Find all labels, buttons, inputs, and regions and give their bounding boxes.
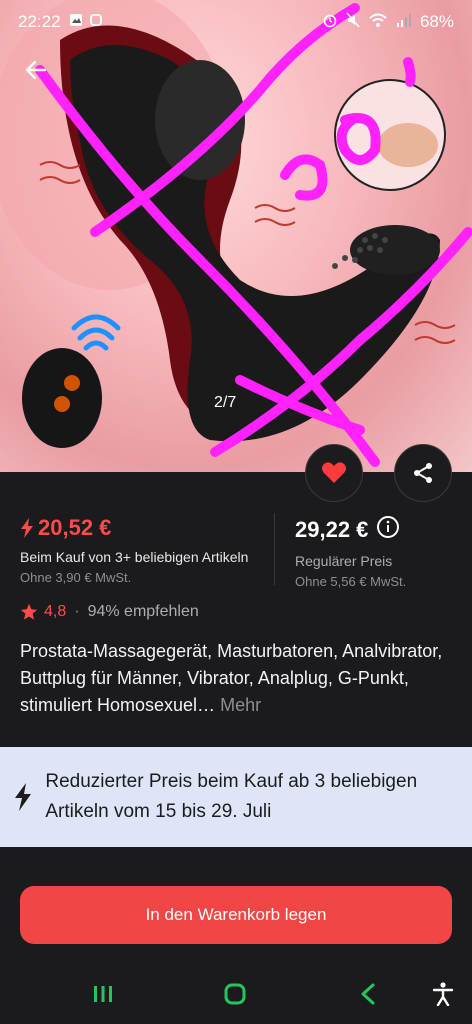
share-button[interactable] — [394, 444, 452, 502]
chevron-left-icon — [361, 983, 375, 1005]
lightning-icon — [21, 518, 33, 538]
status-bar: 22:22 68% — [0, 0, 472, 44]
add-to-cart-button[interactable]: In den Warenkorb legen — [20, 886, 452, 944]
more-link[interactable]: Mehr — [220, 695, 261, 715]
price-divider — [274, 513, 275, 585]
arrow-left-icon — [25, 60, 47, 80]
mute-icon — [346, 12, 360, 33]
regular-tax: Ohne 5,56 € MwSt. — [295, 574, 407, 589]
regular-price-label: Regulärer Preis — [295, 553, 393, 569]
system-nav-bar — [0, 965, 472, 1024]
recent-apps-button[interactable] — [88, 979, 118, 1009]
gallery-counter: 2/7 — [214, 394, 237, 411]
home-icon — [224, 983, 246, 1005]
price-section: 20,52 € Beim Kauf von 3+ beliebigen Arti… — [0, 505, 472, 595]
rating-value: 4,8 — [44, 603, 67, 620]
star-icon — [20, 603, 38, 620]
regular-price: 29,22 € — [295, 517, 369, 542]
alarm-icon — [322, 12, 338, 33]
home-button[interactable] — [220, 979, 250, 1009]
lightning-icon — [14, 783, 31, 811]
separator-dot: · — [74, 603, 80, 620]
favorite-button[interactable] — [305, 444, 363, 502]
promo-price: 20,52 € — [38, 515, 112, 540]
product-image[interactable]: 22:22 68% 2/7 — [0, 0, 472, 472]
wifi-icon — [368, 12, 388, 33]
accessibility-icon — [432, 982, 454, 1006]
app-icon — [89, 12, 103, 32]
banner-text: Reduzierter Preis beim Kauf ab 3 beliebi… — [45, 771, 418, 822]
back-button[interactable] — [18, 52, 54, 88]
discount-banner[interactable]: Reduzierter Preis beim Kauf ab 3 beliebi… — [0, 747, 472, 847]
recents-icon — [94, 986, 112, 1002]
system-back-button[interactable] — [353, 979, 383, 1009]
promo-price-block: 20,52 € Beim Kauf von 3+ beliebigen Arti… — [20, 515, 248, 585]
regular-price-block: 29,22 € Regulärer Preis Ohne 5,56 € MwSt… — [295, 515, 406, 589]
image-icon — [69, 12, 83, 32]
info-icon[interactable] — [376, 515, 400, 545]
battery-level: 68% — [419, 12, 454, 31]
product-title[interactable]: Prostata-Massagegerät, Masturbatoren, An… — [20, 638, 452, 719]
recommend-rate: 94% empfehlen — [87, 603, 199, 620]
status-time: 22:22 — [18, 12, 61, 31]
accessibility-button[interactable] — [428, 979, 458, 1009]
share-icon — [414, 463, 432, 483]
rating-row[interactable]: 4,8 · 94% empfehlen — [20, 603, 199, 621]
promo-condition: Beim Kauf von 3+ beliebigen Artikeln — [20, 549, 249, 565]
signal-icon — [396, 12, 412, 33]
promo-tax: Ohne 3,90 € MwSt. — [20, 570, 132, 585]
heart-icon — [322, 462, 346, 483]
